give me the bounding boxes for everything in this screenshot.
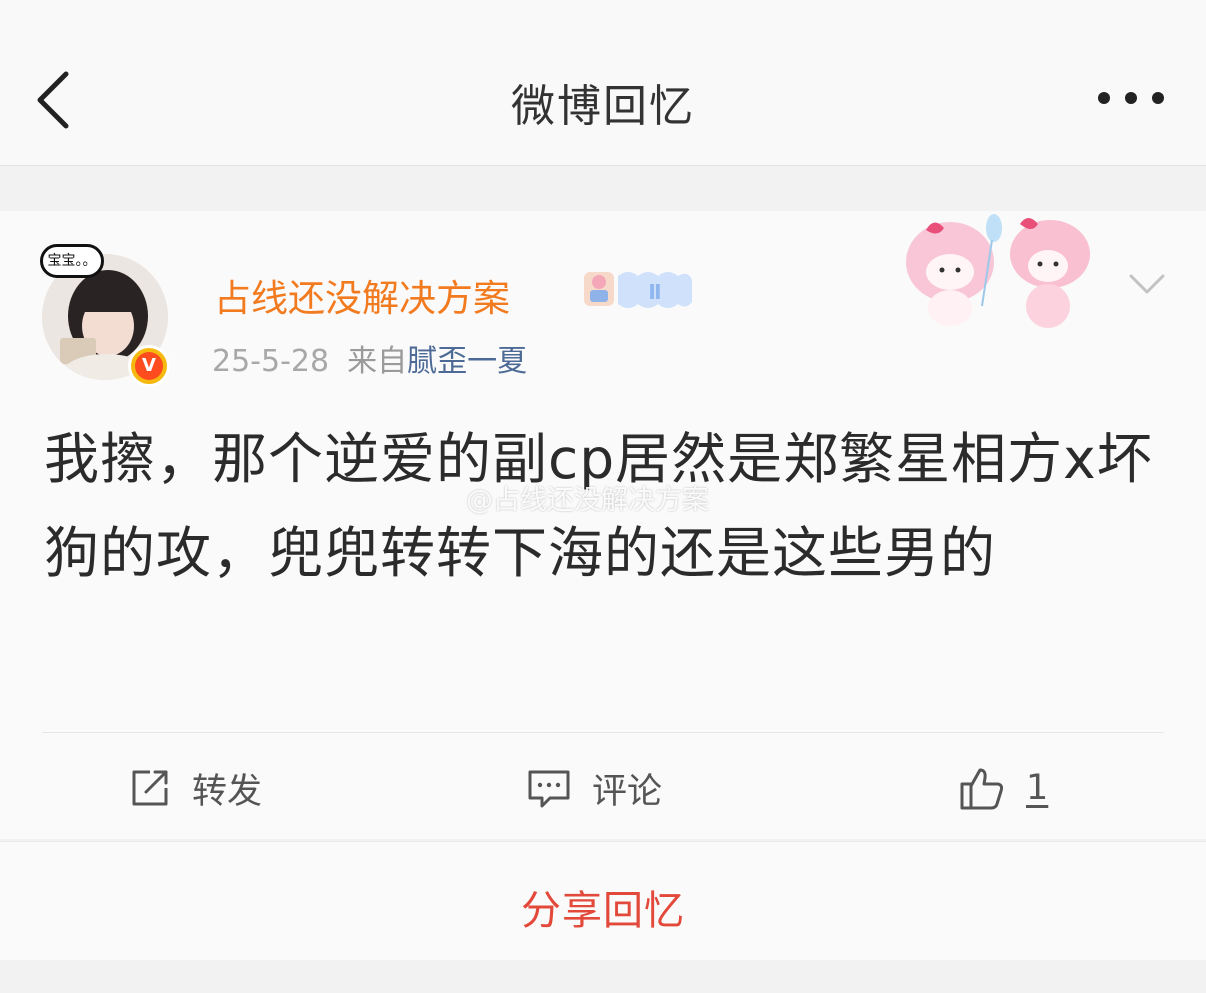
repost-button[interactable]: 转发 xyxy=(128,760,262,816)
svg-text:Ⅱ: Ⅱ xyxy=(648,280,661,304)
divider xyxy=(42,732,1164,733)
like-count: 1 xyxy=(1026,768,1049,808)
more-dots-icon[interactable] xyxy=(1096,88,1166,108)
comment-label: 评论 xyxy=(592,771,663,812)
repost-label: 转发 xyxy=(192,771,263,812)
member-level-badge-icon[interactable]: Ⅱ xyxy=(582,266,696,314)
source-link[interactable]: 腻歪一夏 xyxy=(407,344,527,379)
thumbs-up-icon xyxy=(960,768,1004,810)
comment-button[interactable]: 评论 xyxy=(526,760,662,816)
post-meta: 25-5-28 来自腻歪一夏 xyxy=(212,336,527,380)
top-nav-bar: 微博回忆 xyxy=(0,0,1206,166)
avatar-speech-bubble: 宝宝。。 xyxy=(40,244,104,278)
author-name[interactable]: 占线还没解决方案 xyxy=(214,268,510,322)
chevron-down-icon[interactable] xyxy=(1128,270,1166,298)
comment-icon xyxy=(528,770,570,808)
repost-icon xyxy=(132,770,168,806)
post-date: 25-5-28 xyxy=(212,344,330,379)
share-memory-button[interactable]: 分享回忆 xyxy=(0,841,1206,960)
source-prefix: 来自 xyxy=(347,344,408,379)
share-label: 分享回忆 xyxy=(521,888,685,934)
like-button[interactable]: 1 xyxy=(958,760,1048,816)
sticker-decoration-icon xyxy=(906,214,1090,328)
page-title: 微博回忆 xyxy=(511,81,695,132)
image-watermark: @占线还没解决方案 xyxy=(466,485,709,516)
verified-badge-icon: V xyxy=(128,345,170,387)
